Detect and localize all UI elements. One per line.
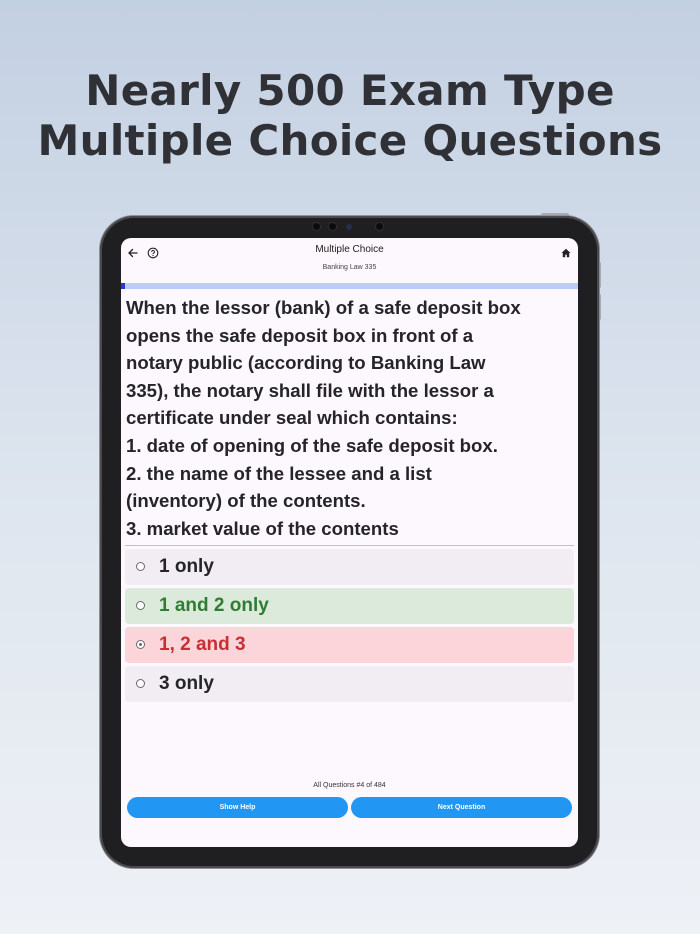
headline: Nearly 500 Exam Type Multiple Choice Que… (0, 66, 700, 166)
question-counter: All Questions #4 of 484 (313, 782, 386, 789)
radio-unselected-icon[interactable] (136, 679, 145, 688)
answer-option-label: 1 and 2 only (159, 595, 269, 616)
radio-unselected-icon[interactable] (136, 562, 145, 571)
home-icon[interactable] (560, 244, 572, 258)
question-text: When the lessor (bank) of a safe deposit… (126, 294, 574, 542)
question-line: 1. date of opening of the safe deposit b… (126, 434, 498, 456)
question-progress-bar (121, 283, 578, 289)
headline-line-1: Nearly 500 Exam Type (85, 66, 615, 115)
camera-lens (347, 225, 351, 229)
question-line: 3. market value of the contents (126, 517, 399, 539)
radio-selected-icon[interactable] (136, 640, 145, 649)
app-subtitle: Banking Law 335 (322, 264, 377, 271)
answer-option-label: 1, 2 and 3 (159, 634, 246, 655)
question-line: opens the safe deposit box in front of a (126, 324, 474, 346)
question-progress-fill (121, 283, 125, 289)
headline-line-2: Multiple Choice Questions (37, 116, 663, 165)
question-line: 2. the name of the lessee and a list (126, 462, 432, 484)
answer-option[interactable]: 1 only (125, 549, 574, 585)
tablet-device: Multiple Choice Banking Law 335 When the… (100, 216, 599, 868)
app-screen: Multiple Choice Banking Law 335 When the… (121, 238, 578, 847)
radio-unselected-icon[interactable] (136, 601, 145, 610)
question-line: certificate under seal which contains: (126, 407, 458, 429)
answer-option-label: 3 only (159, 673, 214, 694)
show-help-button[interactable]: Show Help (127, 797, 348, 818)
answer-option-label: 1 only (159, 556, 214, 577)
camera-dot-1 (313, 223, 320, 230)
next-question-button[interactable]: Next Question (351, 797, 572, 818)
question-divider (125, 545, 574, 546)
camera-dot-3 (376, 223, 383, 230)
answer-option[interactable]: 1, 2 and 3 (125, 627, 574, 663)
answer-option[interactable]: 1 and 2 only (125, 588, 574, 624)
app-bar: Multiple Choice Banking Law 335 (121, 238, 578, 284)
question-line: When the lessor (bank) of a safe deposit… (126, 297, 521, 318)
question-line: notary public (according to Banking Law (126, 352, 486, 374)
question-line: 335), the notary shall file with the les… (126, 379, 494, 401)
answer-option[interactable]: 3 only (125, 666, 574, 702)
question-line: (inventory) of the contents. (126, 490, 366, 512)
app-title: Multiple Choice (315, 244, 384, 255)
camera-dot-2 (329, 223, 336, 230)
